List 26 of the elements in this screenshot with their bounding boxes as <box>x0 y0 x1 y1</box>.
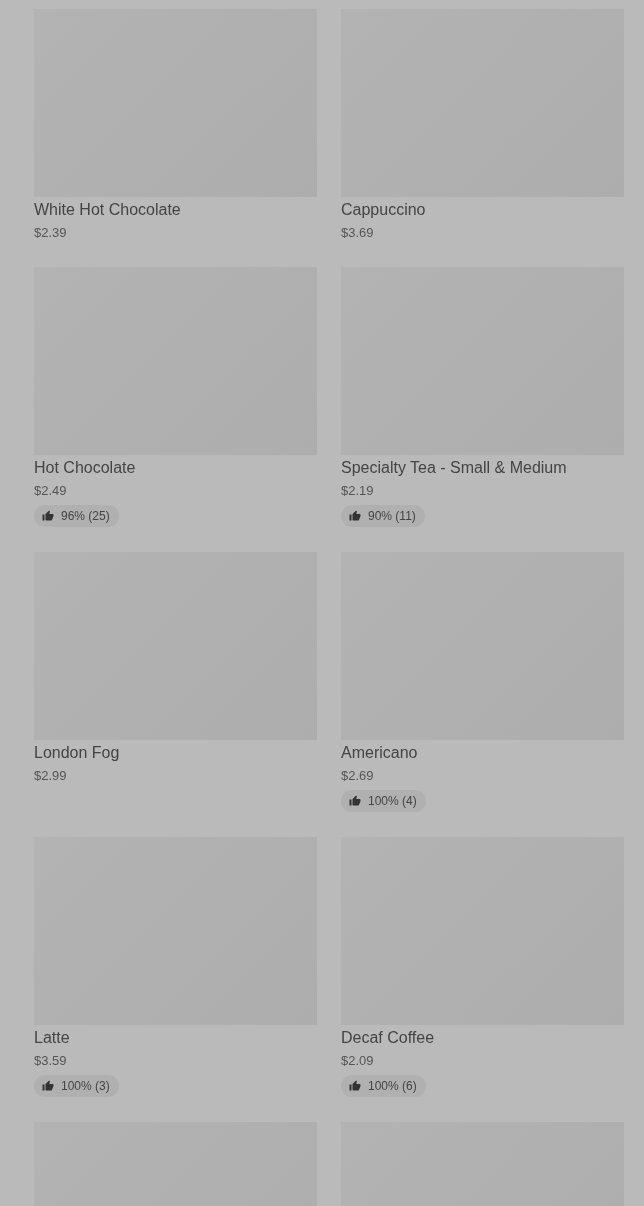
item-name: Americano <box>341 743 418 763</box>
item-price: $2.49 <box>34 482 67 500</box>
item-price: $2.99 <box>34 767 67 785</box>
item-price: $2.09 <box>341 1052 374 1070</box>
rating-text: 100% (3) <box>61 1079 110 1093</box>
item-name: London Fog <box>34 743 120 763</box>
item-price: $2.39 <box>34 224 67 242</box>
rating-text: 90% (11) <box>368 509 416 523</box>
item-name: White Hot Chocolate <box>34 200 181 220</box>
rating-text: 96% (25) <box>61 509 110 523</box>
thumbs-up-icon <box>349 1080 361 1092</box>
item-name: Cappuccino <box>341 200 426 220</box>
item-price: $3.59 <box>34 1052 67 1070</box>
rating-text: 100% (4) <box>368 794 417 808</box>
item-name: Hot Chocolate <box>34 458 136 478</box>
thumbs-up-icon <box>349 510 361 522</box>
item-price: $3.69 <box>341 224 374 242</box>
item-name: Decaf Coffee <box>341 1028 435 1048</box>
item-price: $2.69 <box>341 767 374 785</box>
thumbs-up-icon <box>42 1080 54 1092</box>
item-name: Latte <box>34 1028 70 1048</box>
thumbs-up-icon <box>42 510 54 522</box>
thumbs-up-icon <box>349 795 361 807</box>
item-price: $2.19 <box>341 482 374 500</box>
item-name: Specialty Tea - Small & Medium <box>341 458 567 478</box>
rating-text: 100% (6) <box>368 1079 417 1093</box>
